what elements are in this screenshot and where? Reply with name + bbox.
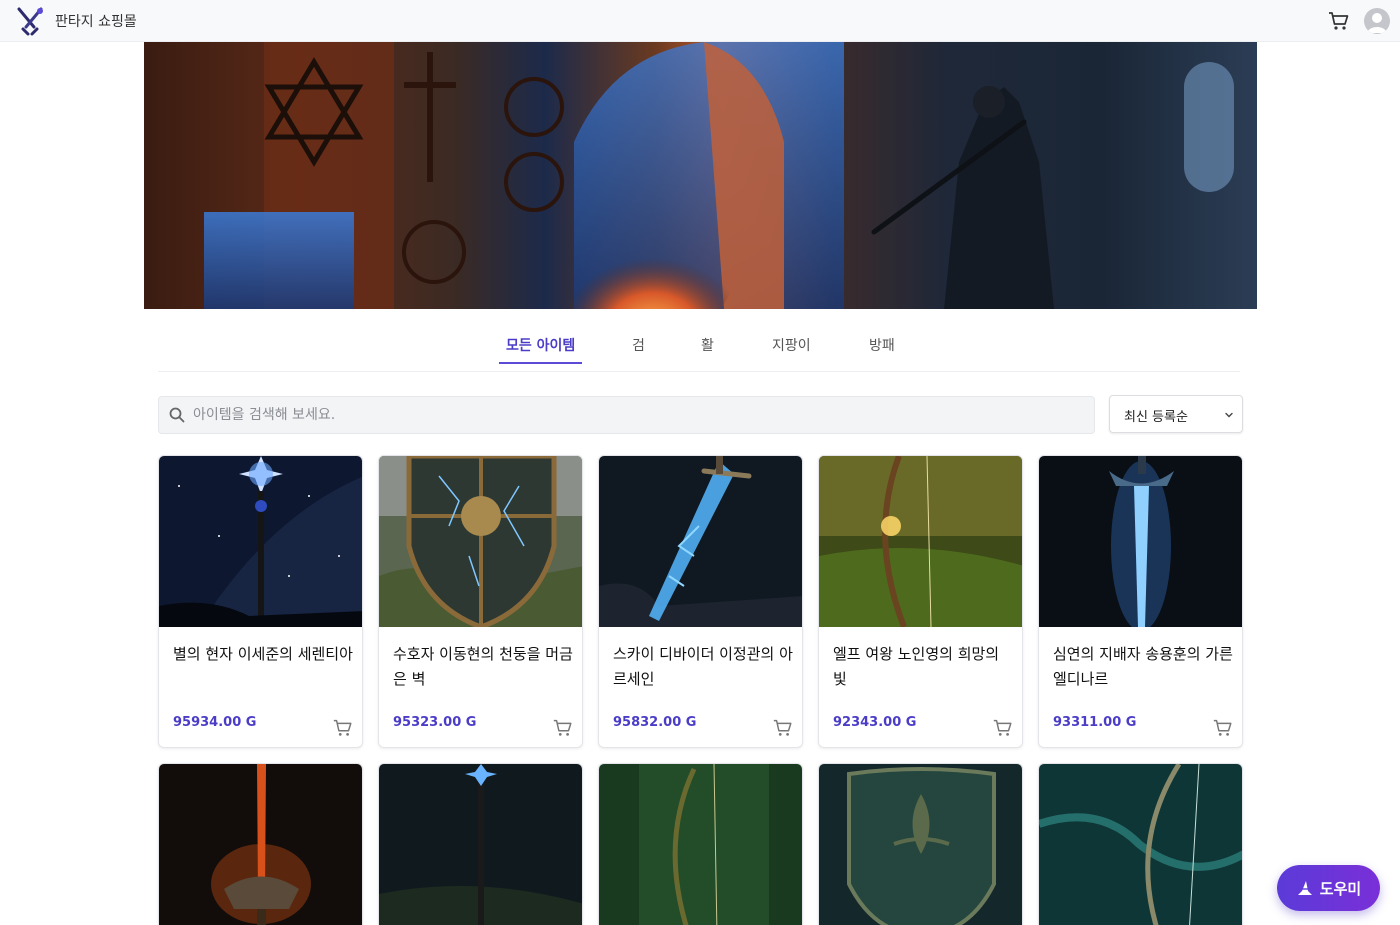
product-card[interactable] bbox=[1038, 763, 1243, 925]
product-title[interactable]: 엘프 여왕 노인영의 희망의 빛 bbox=[833, 642, 1013, 692]
helper-button-label: 도우미 bbox=[1319, 879, 1362, 898]
top-header: 판타지 쇼핑몰 bbox=[0, 0, 1400, 42]
tab-all-items[interactable]: 모든 아이템 bbox=[506, 335, 575, 355]
product-card[interactable]: 엘프 여왕 노인영의 희망의 빛 92343.00 G bbox=[818, 455, 1023, 748]
add-to-cart-icon[interactable] bbox=[992, 717, 1014, 739]
product-title[interactable]: 수호자 이동현의 천둥을 머금은 벽 bbox=[393, 642, 573, 692]
product-price: 95832.00 G bbox=[613, 715, 697, 730]
search-input[interactable] bbox=[193, 397, 1083, 433]
add-to-cart-icon[interactable] bbox=[552, 717, 574, 739]
product-image[interactable] bbox=[819, 764, 1022, 925]
wizard-hat-icon bbox=[1297, 881, 1312, 895]
add-to-cart-icon[interactable] bbox=[1212, 717, 1234, 739]
cart-icon[interactable] bbox=[1327, 9, 1351, 33]
search-icon bbox=[169, 407, 185, 423]
crossed-swords-logo[interactable] bbox=[14, 5, 46, 37]
product-card[interactable] bbox=[158, 763, 363, 925]
product-card[interactable] bbox=[818, 763, 1023, 925]
product-card[interactable]: 스카이 디바이더 이정관의 아르세인 95832.00 G bbox=[598, 455, 803, 748]
tab-swords[interactable]: 검 bbox=[632, 335, 645, 355]
category-tabs: 모든 아이템 검 활 지팡이 방패 bbox=[158, 325, 1240, 372]
product-image[interactable] bbox=[599, 764, 802, 925]
tab-staffs[interactable]: 지팡이 bbox=[772, 335, 811, 355]
product-card[interactable]: 심연의 지배자 송용훈의 가른 엘디나르 93311.00 G bbox=[1038, 455, 1243, 748]
product-title[interactable]: 심연의 지배자 송용훈의 가른 엘디나르 bbox=[1053, 642, 1233, 692]
user-avatar-icon[interactable] bbox=[1364, 8, 1390, 34]
product-image[interactable] bbox=[819, 456, 1022, 627]
product-card[interactable] bbox=[378, 763, 583, 925]
product-price: 93311.00 G bbox=[1053, 715, 1137, 730]
product-image[interactable] bbox=[1039, 764, 1242, 925]
search-bar bbox=[158, 396, 1095, 434]
product-card[interactable]: 별의 현자 이세준의 세렌티아 95934.00 G bbox=[158, 455, 363, 748]
add-to-cart-icon[interactable] bbox=[332, 717, 354, 739]
add-to-cart-icon[interactable] bbox=[772, 717, 794, 739]
product-image[interactable] bbox=[159, 764, 362, 925]
chevron-down-icon bbox=[1225, 412, 1233, 418]
product-card[interactable]: 수호자 이동현의 천둥을 머금은 벽 95323.00 G bbox=[378, 455, 583, 748]
product-image[interactable] bbox=[599, 456, 802, 627]
product-title[interactable]: 별의 현자 이세준의 세렌티아 bbox=[173, 642, 353, 667]
product-price: 95934.00 G bbox=[173, 715, 257, 730]
product-price: 92343.00 G bbox=[833, 715, 917, 730]
active-tab-indicator bbox=[499, 362, 582, 364]
brand-name[interactable]: 판타지 쇼핑몰 bbox=[55, 11, 137, 31]
product-image[interactable] bbox=[379, 764, 582, 925]
sort-selected-value: 최신 등록순 bbox=[1124, 410, 1188, 425]
helper-button[interactable]: 도우미 bbox=[1277, 865, 1380, 911]
product-card[interactable] bbox=[598, 763, 803, 925]
hero-banner bbox=[144, 42, 1257, 309]
tab-bows[interactable]: 활 bbox=[701, 335, 714, 355]
product-image[interactable] bbox=[379, 456, 582, 627]
product-price: 95323.00 G bbox=[393, 715, 477, 730]
sort-select[interactable]: 최신 등록순 bbox=[1109, 395, 1243, 433]
product-image[interactable] bbox=[159, 456, 362, 627]
tab-shields[interactable]: 방패 bbox=[869, 335, 895, 355]
product-title[interactable]: 스카이 디바이더 이정관의 아르세인 bbox=[613, 642, 793, 692]
product-image[interactable] bbox=[1039, 456, 1242, 627]
